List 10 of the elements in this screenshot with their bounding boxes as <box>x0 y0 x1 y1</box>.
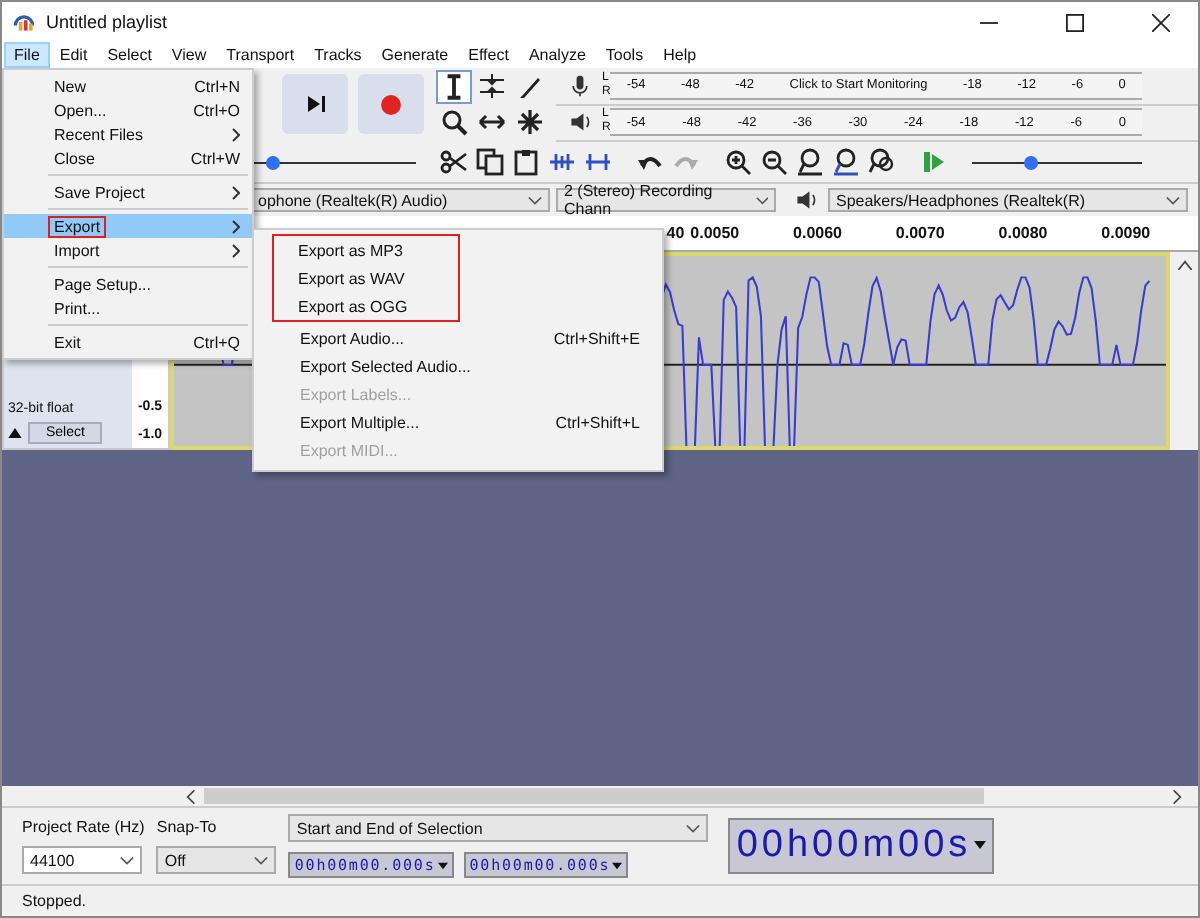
ruler-label: 0.0070 <box>893 224 947 242</box>
window-title: Untitled playlist <box>46 12 168 32</box>
ruler-label: 40 <box>664 224 685 242</box>
snap-to-label: Snap-To <box>156 818 219 836</box>
status-text: Stopped. <box>22 892 87 910</box>
ruler-label: 0.0090 <box>1099 224 1153 242</box>
project-rate-label: Project Rate (Hz) <box>22 818 145 836</box>
ruler-label: 0.0060 <box>791 224 844 242</box>
ruler-label: 0.0080 <box>996 224 1050 242</box>
ruler-label: 0.0050 <box>688 224 742 242</box>
